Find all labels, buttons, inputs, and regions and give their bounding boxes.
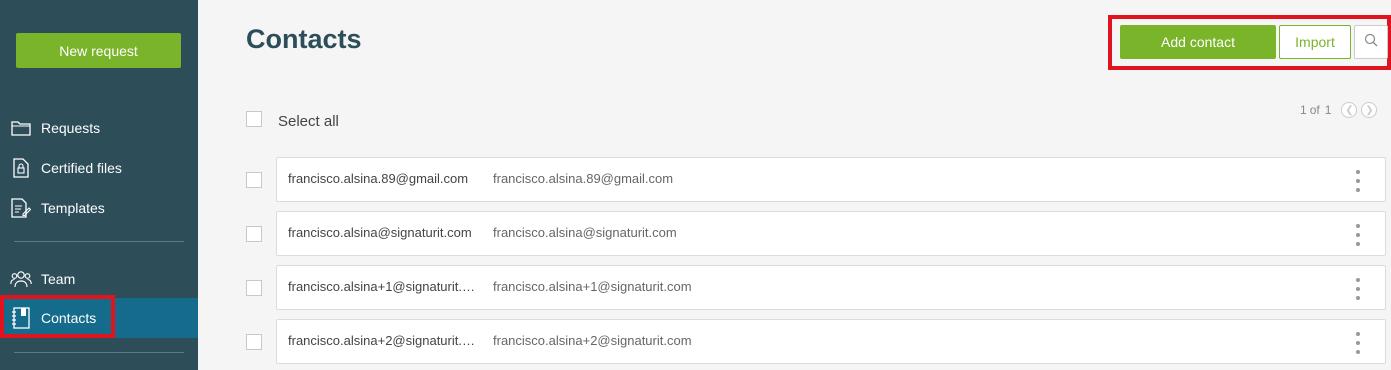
import-button[interactable]: Import — [1279, 25, 1351, 59]
sidebar-item-contacts[interactable]: Contacts — [0, 298, 198, 338]
contact-email: francisco.alsina+2@signaturit.com — [493, 333, 692, 348]
page-title: Contacts — [246, 24, 362, 54]
sidebar-item-label: Contacts — [41, 310, 97, 326]
certified-file-icon — [10, 158, 32, 178]
page-current: 1 — [1300, 103, 1307, 117]
contact-email: francisco.alsina+1@signaturit.com — [493, 279, 692, 294]
sidebar-item-label: Certified files — [41, 160, 122, 176]
row-checkbox[interactable] — [246, 280, 262, 296]
table-row[interactable]: francisco.alsina+2@signaturit.com franci… — [276, 319, 1386, 364]
contact-email: francisco.alsina.89@gmail.com — [493, 171, 674, 186]
contact-name: francisco.alsina+1@signaturit.com — [288, 279, 480, 294]
sidebar-item-requests[interactable]: Requests — [0, 108, 198, 148]
contact-name: francisco.alsina+2@signaturit.com — [288, 333, 480, 348]
sidebar-item-team[interactable]: Team — [0, 259, 198, 299]
table-row[interactable]: francisco.alsina+1@signaturit.com franci… — [276, 265, 1386, 310]
search-button[interactable] — [1354, 25, 1388, 59]
row-checkbox[interactable] — [246, 226, 262, 242]
contact-name: francisco.alsina@signaturit.com — [288, 225, 472, 240]
prev-page-button[interactable]: ❮ — [1341, 102, 1358, 118]
team-icon — [10, 269, 32, 289]
sidebar-item-label: Templates — [41, 200, 105, 216]
row-checkbox[interactable] — [246, 334, 262, 350]
row-checkbox[interactable] — [246, 172, 262, 188]
sidebar-divider — [14, 352, 184, 353]
table-row[interactable]: francisco.alsina.89@gmail.com francisco.… — [276, 157, 1386, 202]
contact-email: francisco.alsina@signaturit.com — [493, 225, 677, 240]
sidebar-item-templates[interactable]: Templates — [0, 188, 198, 228]
contacts-book-icon — [10, 307, 32, 329]
page-total: 1 — [1324, 103, 1332, 117]
sidebar: New request Requests Certified files Tem… — [0, 0, 198, 370]
new-request-button[interactable]: New request — [16, 33, 181, 68]
sidebar-item-label: Team — [41, 271, 76, 287]
next-page-button[interactable]: ❯ — [1361, 102, 1378, 118]
select-all-label: Select all — [278, 113, 339, 130]
folder-icon — [10, 118, 32, 138]
chevron-left-icon: ❮ — [1345, 104, 1354, 116]
more-options-icon[interactable] — [1355, 170, 1361, 192]
more-options-icon[interactable] — [1355, 278, 1361, 300]
select-all-checkbox[interactable] — [246, 111, 262, 127]
page-of-label: of — [1309, 103, 1320, 117]
more-options-icon[interactable] — [1355, 224, 1361, 246]
contact-name: francisco.alsina.89@gmail.com — [288, 171, 469, 186]
sidebar-item-label: Requests — [41, 120, 101, 136]
template-icon — [10, 198, 32, 218]
table-row[interactable]: francisco.alsina@signaturit.com francisc… — [276, 211, 1386, 256]
chevron-right-icon: ❯ — [1365, 104, 1374, 116]
more-options-icon[interactable] — [1355, 332, 1361, 354]
sidebar-divider — [14, 241, 184, 242]
add-contact-button[interactable]: Add contact — [1120, 25, 1276, 59]
search-icon — [1364, 33, 1378, 52]
pagination: 1 of 1 ❮ ❯ — [1300, 102, 1378, 118]
sidebar-item-certified-files[interactable]: Certified files — [0, 148, 198, 188]
